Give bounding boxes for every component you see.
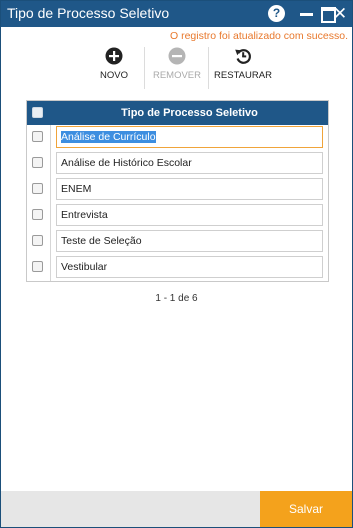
row-checkbox[interactable] (32, 183, 43, 194)
row-value: Análise de Currículo (61, 131, 156, 143)
window-title: Tipo de Processo Seletivo (7, 5, 170, 21)
table-row[interactable]: Entrevista (27, 203, 328, 229)
row-value: Teste de Seleção (61, 235, 142, 247)
help-icon[interactable]: ? (268, 5, 285, 22)
row-text-input[interactable]: ENEM (56, 178, 323, 200)
table-row[interactable]: Vestibular (27, 255, 328, 281)
restaurar-button[interactable]: RESTAURAR (214, 47, 272, 81)
row-text-input[interactable]: Vestibular (56, 256, 323, 278)
row-text-input[interactable]: Análise de Currículo (56, 126, 323, 148)
row-value: ENEM (61, 183, 92, 195)
remove-icon (168, 47, 186, 65)
title-bar[interactable]: Tipo de Processo Seletivo ? ✕ (1, 1, 352, 27)
column-header[interactable]: Tipo de Processo Seletivo (51, 107, 328, 119)
row-value: Vestibular (61, 261, 108, 273)
novo-label: NOVO (100, 70, 128, 81)
row-checkbox[interactable] (32, 131, 43, 142)
table-row[interactable]: ENEM (27, 177, 328, 203)
novo-button[interactable]: NOVO (97, 47, 131, 81)
footer-bar: Salvar (1, 491, 352, 527)
save-button[interactable]: Salvar (260, 491, 352, 527)
pagination-info: 1 - 1 de 6 (155, 293, 198, 304)
add-icon (105, 47, 123, 65)
close-icon[interactable]: ✕ (331, 5, 349, 23)
row-text-input[interactable]: Análise de Histórico Escolar (56, 152, 323, 174)
row-checkbox[interactable] (32, 235, 43, 246)
dialog-window: Tipo de Processo Seletivo ? ✕ O registro… (0, 0, 353, 528)
restore-icon (235, 49, 251, 64)
toolbar-divider (144, 47, 145, 89)
minimize-icon[interactable] (297, 5, 317, 23)
data-grid: Tipo de Processo Seletivo Análise de Cur… (26, 100, 329, 282)
row-checkbox[interactable] (32, 261, 43, 272)
row-value: Análise de Histórico Escolar (61, 157, 192, 169)
grid-header: Tipo de Processo Seletivo (27, 101, 328, 125)
toolbar: NOVO REMOVER RESTAURAR (1, 47, 352, 87)
status-message: O registro foi atualizado com sucesso. (170, 30, 348, 42)
row-checkbox[interactable] (32, 157, 43, 168)
restaurar-label: RESTAURAR (214, 70, 272, 81)
row-text-input[interactable]: Teste de Seleção (56, 230, 323, 252)
row-checkbox[interactable] (32, 209, 43, 220)
table-row[interactable]: Teste de Seleção (27, 229, 328, 255)
table-row[interactable]: Análise de Histórico Escolar (27, 151, 328, 177)
row-text-input[interactable]: Entrevista (56, 204, 323, 226)
table-row[interactable]: Análise de Currículo (27, 125, 328, 151)
remover-button[interactable]: REMOVER (152, 47, 202, 81)
remover-label: REMOVER (152, 70, 202, 81)
select-all-checkbox[interactable] (32, 107, 43, 118)
row-value: Entrevista (61, 209, 108, 221)
toolbar-divider (208, 47, 209, 89)
